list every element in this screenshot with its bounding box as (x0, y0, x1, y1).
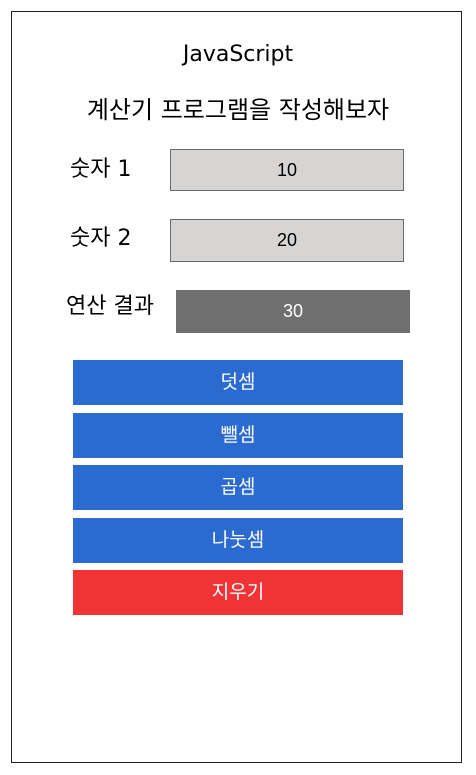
add-button[interactable]: 덧셈 (73, 360, 403, 405)
number2-label: 숫자 2 (70, 226, 132, 251)
multiply-button[interactable]: 곱셈 (73, 465, 403, 510)
result-label: 연산 결과 (66, 294, 154, 319)
clear-button[interactable]: 지우기 (73, 570, 403, 615)
page-subtitle: 계산기 프로그램을 작성해보자 (86, 96, 390, 124)
number1-label: 숫자 1 (70, 157, 132, 182)
app-title: JavaScript (182, 42, 294, 67)
divide-button[interactable]: 나눗셈 (73, 518, 403, 563)
number2-input[interactable] (170, 219, 404, 262)
number1-input[interactable] (170, 149, 404, 191)
result-output: 30 (176, 290, 410, 333)
subtract-button[interactable]: 뺄셈 (73, 413, 403, 458)
